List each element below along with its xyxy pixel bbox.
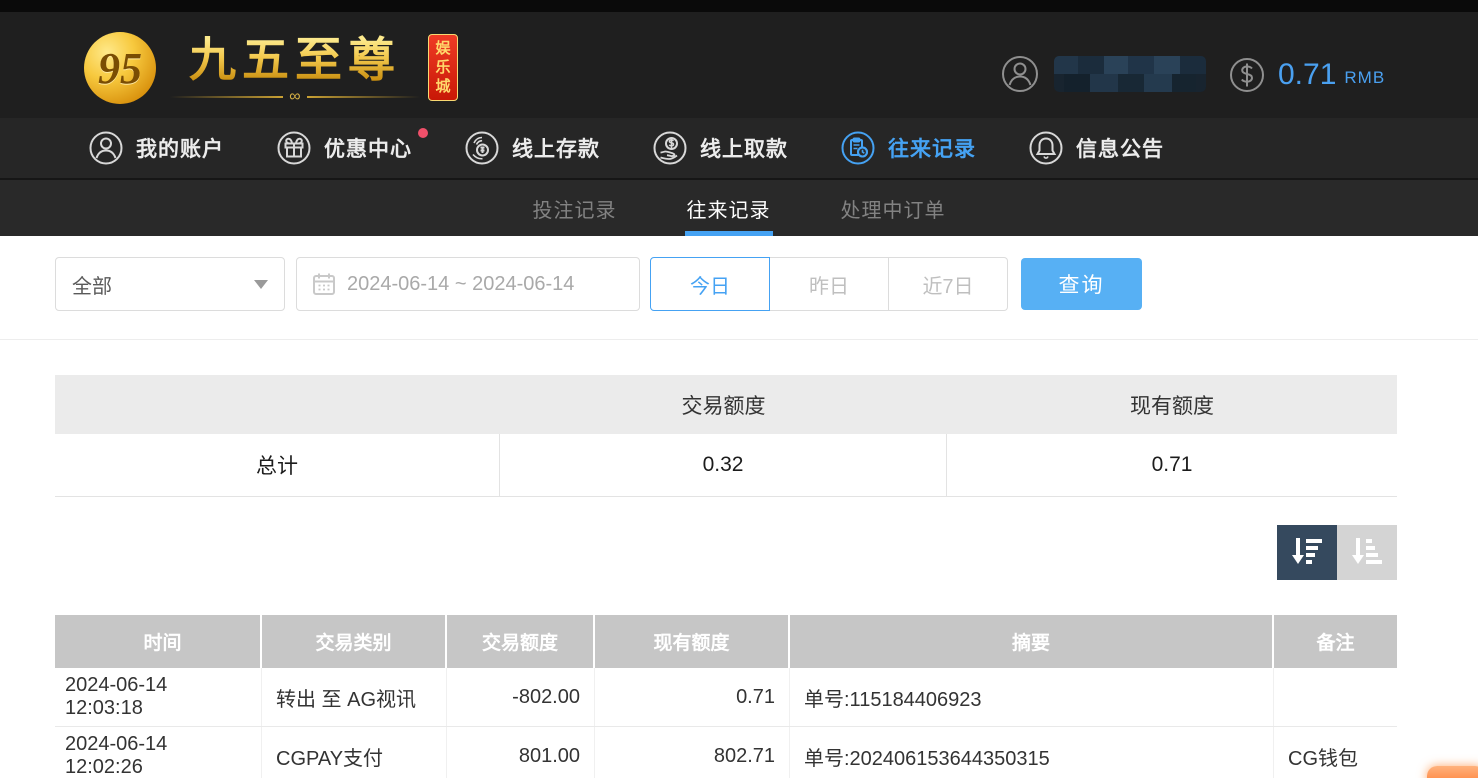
nav-item-deposit[interactable]: 线上存款 — [464, 130, 600, 166]
tab-betting-records[interactable]: 投注记录 — [531, 180, 619, 236]
brand-tag-char: 娱 — [435, 40, 450, 57]
summary-header-current-amount: 现有额度 — [947, 375, 1397, 434]
brand-tag-vertical: 娱 乐 城 — [428, 34, 458, 101]
site-header: 95 九五至尊 ∞ 娱 乐 城 — [0, 12, 1478, 118]
nav-label: 线上存款 — [512, 133, 600, 163]
wallet-balance[interactable]: 0.71 RMB — [1228, 56, 1385, 94]
chevron-down-icon — [254, 280, 268, 289]
nav-item-promotions[interactable]: 优惠中心 — [276, 130, 412, 166]
column-header-time: 时间 — [55, 615, 262, 668]
main-nav: 我的账户 优惠中心 — [0, 118, 1478, 180]
quick-date-buttons: 今日 昨日 近7日 — [650, 257, 1008, 311]
column-header-transaction-type: 交易类别 — [262, 615, 447, 668]
type-select-value: 全部 — [72, 270, 112, 299]
cell-transaction-type: 转出 至 AG视讯 — [262, 668, 447, 726]
cell-current-amount: 0.71 — [595, 668, 790, 726]
sort-descending-button[interactable] — [1277, 525, 1337, 580]
dollar-coin-icon — [1228, 56, 1266, 94]
withdraw-icon — [652, 130, 688, 166]
sort-controls — [1277, 525, 1397, 580]
page: 95 九五至尊 ∞ 娱 乐 城 — [0, 0, 1478, 778]
summary-total-row: 总计 0.32 0.71 — [55, 434, 1397, 497]
date-range-input[interactable]: 2024-06-14 ~ 2024-06-14 — [296, 257, 640, 311]
summary-transaction-total: 0.32 — [500, 434, 947, 496]
cell-time: 2024-06-14 12:03:18 — [55, 668, 262, 726]
summary-current-total: 0.71 — [947, 434, 1397, 496]
cell-summary: 单号:115184406923 — [790, 668, 1274, 726]
user-icon — [88, 130, 124, 166]
logo-monogram: 95 — [84, 32, 156, 104]
last-7-days-button[interactable]: 近7日 — [889, 257, 1008, 311]
tab-transaction-records[interactable]: 往来记录 — [685, 180, 773, 236]
date-range-value: 2024-06-14 ~ 2024-06-14 — [347, 273, 574, 296]
cell-summary: 单号:202406153644350315 — [790, 727, 1274, 778]
deposit-icon — [464, 130, 500, 166]
bell-icon — [1028, 130, 1064, 166]
cell-current-amount: 802.71 — [595, 727, 790, 778]
tab-pending-orders[interactable]: 处理中订单 — [839, 180, 948, 236]
section-divider — [0, 339, 1478, 340]
flourish-line-left — [170, 96, 283, 98]
avatar-icon — [1000, 54, 1040, 94]
nav-label: 线上取款 — [700, 133, 788, 163]
notification-dot — [418, 128, 428, 138]
table-row: 2024-06-14 12:02:26 CGPAY支付 801.00 802.7… — [55, 727, 1397, 778]
column-header-current-amount: 现有额度 — [595, 615, 790, 668]
cell-transaction-amount: -802.00 — [447, 668, 595, 726]
brand-tag-char: 城 — [435, 78, 450, 95]
balance-amount: 0.71 — [1278, 58, 1336, 92]
sub-tabs: 投注记录 往来记录 处理中订单 — [0, 180, 1478, 236]
summary-total-label: 总计 — [55, 434, 500, 496]
floating-service-button[interactable] — [1427, 766, 1478, 778]
nav-item-announcements[interactable]: 信息公告 — [1028, 130, 1164, 166]
sort-ascending-button[interactable] — [1337, 525, 1397, 580]
records-header-row: 时间 交易类别 交易额度 现有额度 摘要 备注 — [55, 615, 1397, 668]
cell-transaction-type: CGPAY支付 — [262, 727, 447, 778]
brand-tag-char: 乐 — [435, 59, 450, 76]
nav-label: 信息公告 — [1076, 133, 1164, 163]
brand-name: 九五至尊 — [189, 34, 401, 86]
gift-icon — [276, 130, 312, 166]
flourish-swirl-icon: ∞ — [283, 88, 306, 106]
summary-table: 交易额度 现有额度 总计 0.32 0.71 — [55, 375, 1397, 497]
nav-label: 往来记录 — [888, 133, 976, 163]
summary-header-transaction-amount: 交易额度 — [500, 375, 947, 434]
sort-descending-icon — [1290, 535, 1324, 570]
site-logo[interactable]: 95 九五至尊 ∞ 娱 乐 城 — [84, 20, 458, 106]
cell-time: 2024-06-14 12:02:26 — [55, 727, 262, 778]
nav-item-withdraw[interactable]: 线上取款 — [652, 130, 788, 166]
type-select-dropdown[interactable]: 全部 — [55, 257, 285, 311]
column-header-transaction-amount: 交易额度 — [447, 615, 595, 668]
cell-remark: CG钱包 — [1274, 727, 1397, 778]
records-table: 时间 交易类别 交易额度 现有额度 摘要 备注 2024-06-14 12:03… — [55, 615, 1397, 778]
flourish-line-right — [307, 96, 420, 98]
username-redacted — [1054, 56, 1206, 92]
today-button[interactable]: 今日 — [650, 257, 770, 311]
column-header-remark: 备注 — [1274, 615, 1397, 668]
summary-header-empty — [55, 375, 500, 434]
cell-remark — [1274, 668, 1397, 726]
nav-item-transaction-records[interactable]: 往来记录 — [840, 130, 976, 166]
account-user[interactable] — [1000, 54, 1206, 94]
nav-label: 我的账户 — [136, 133, 224, 163]
records-icon — [840, 130, 876, 166]
logo-main: 九五至尊 ∞ — [170, 20, 420, 106]
sort-ascending-icon — [1350, 535, 1384, 570]
yesterday-button[interactable]: 昨日 — [770, 257, 889, 311]
table-row: 2024-06-14 12:03:18 转出 至 AG视讯 -802.00 0.… — [55, 668, 1397, 727]
column-header-summary: 摘要 — [790, 615, 1274, 668]
cell-transaction-amount: 801.00 — [447, 727, 595, 778]
nav-item-my-account[interactable]: 我的账户 — [88, 130, 224, 166]
summary-header-row: 交易额度 现有额度 — [55, 375, 1397, 434]
query-button[interactable]: 查询 — [1021, 258, 1142, 310]
logo-flourish-ornament: ∞ — [170, 88, 420, 106]
nav-label: 优惠中心 — [324, 133, 412, 163]
balance-currency: RMB — [1344, 68, 1385, 88]
calendar-icon — [311, 271, 337, 297]
top-black-strip — [0, 0, 1478, 12]
